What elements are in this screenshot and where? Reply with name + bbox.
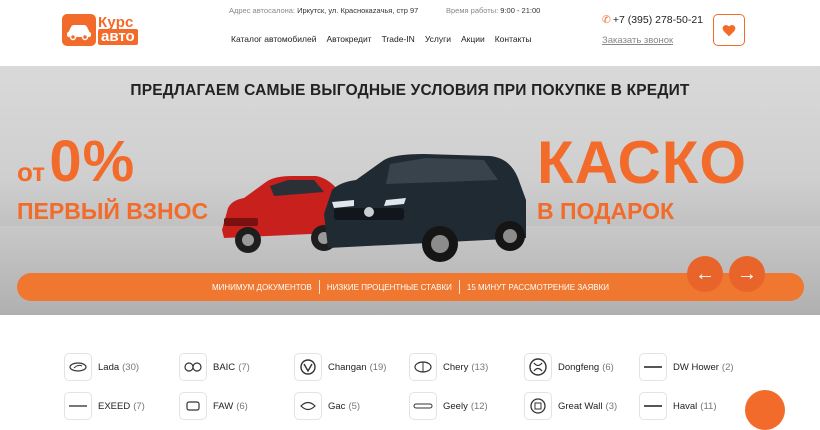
- site-header: Курс авто Адрес автосалона: Иркутск, ул.…: [0, 0, 820, 66]
- brand-count: (7): [238, 361, 250, 373]
- nav-item-services[interactable]: Услуги: [425, 34, 451, 44]
- phone-icon: ✆: [602, 14, 611, 26]
- brand-count: (6): [236, 400, 248, 412]
- brand-name: Geely: [443, 400, 468, 412]
- brand-count: (6): [602, 361, 614, 373]
- hero-title: ПРЕДЛАГАЕМ САМЫЕ ВЫГОДНЫЕ УСЛОВИЯ ПРИ ПО…: [130, 82, 690, 99]
- phone-number: +7 (395) 278-50-21: [612, 14, 704, 26]
- haval-logo-icon: [639, 392, 667, 420]
- nav-item-promotions[interactable]: Акции: [461, 34, 485, 44]
- brand-item-great-wall[interactable]: Great Wall (3): [524, 392, 617, 420]
- dongfeng-logo-icon: [524, 353, 552, 381]
- nav-item-contacts[interactable]: Контакты: [495, 34, 532, 44]
- brand-name: EXEED: [98, 400, 131, 412]
- feature-low-rates: НИЗКИЕ ПРОЦЕНТНЫЕ СТАВКИ: [326, 282, 452, 292]
- callback-link[interactable]: Заказать звонок: [602, 35, 673, 46]
- brand-name: Dongfeng: [558, 361, 600, 373]
- logo-car-icon: [62, 14, 96, 46]
- exeed-logo-icon: [64, 392, 92, 420]
- main-nav: Каталог автомобилей Автокредит Trade-IN …: [231, 34, 531, 44]
- phone-link[interactable]: ✆ +7 (395) 278-50-21: [602, 14, 703, 26]
- floating-action-button[interactable]: [745, 390, 785, 430]
- brand-name: Haval: [673, 400, 698, 412]
- percent-value: 0%: [49, 129, 136, 194]
- geely-logo-icon: [409, 392, 437, 420]
- brand-name: Lada: [98, 361, 120, 373]
- hero-banner: ПРЕДЛАГАЕМ САМЫЕ ВЫГОДНЫЕ УСЛОВИЯ ПРИ ПО…: [0, 66, 820, 315]
- hours-label: Время работы:: [446, 6, 499, 15]
- address-label: Адрес автосалона:: [229, 6, 296, 15]
- address-value: Иркутск, ул. Краснокazачья, стр 97: [297, 6, 419, 15]
- lada-logo-icon: [64, 353, 92, 381]
- brands-list: Lada (30) BAIC (7) Changan (19) Chery (1…: [0, 340, 820, 420]
- brand-count: (7): [133, 400, 145, 412]
- brand-name: Changan: [328, 361, 367, 373]
- zero-percent-offer: от 0%: [17, 128, 135, 195]
- brand-item-geely[interactable]: Geely (12): [409, 392, 488, 420]
- logo-text-bottom: авто: [98, 29, 138, 45]
- slider-prev-button[interactable]: ←: [687, 256, 723, 292]
- brand-item-dongfeng[interactable]: Dongfeng (6): [524, 353, 614, 381]
- baic-logo-icon: [179, 353, 207, 381]
- arrow-right-icon: →: [737, 262, 757, 285]
- nav-item-catalog[interactable]: Каталог автомобилей: [231, 34, 316, 44]
- favorites-button[interactable]: [713, 14, 745, 46]
- brand-count: (3): [605, 400, 618, 412]
- logo[interactable]: Курс авто: [62, 14, 142, 48]
- brand-count: (19): [369, 361, 387, 373]
- brand-item-baic[interactable]: BAIC (7): [179, 353, 250, 381]
- brand-name: Chery: [443, 361, 469, 373]
- feature-min-documents: МИНИМУМ ДОКУМЕНТОВ: [211, 282, 312, 292]
- brand-count: (11): [700, 400, 717, 412]
- dw-hower-logo-icon: [639, 353, 667, 381]
- brand-item-exeed[interactable]: EXEED (7): [64, 392, 145, 420]
- brand-name: Great Wall: [558, 400, 603, 412]
- kasko-title: КАСКО: [537, 129, 748, 196]
- working-hours: Время работы: 9:00 - 21:00: [446, 6, 540, 15]
- brand-count: (13): [471, 361, 489, 373]
- chery-logo-icon: [409, 353, 437, 381]
- arrow-left-icon: ←: [695, 262, 715, 285]
- slider-next-button[interactable]: →: [729, 256, 765, 292]
- brand-item-gac[interactable]: Gac (5): [294, 392, 360, 420]
- brand-name: BAIC: [213, 361, 236, 373]
- down-payment-label: ПЕРВЫЙ ВЗНОС: [17, 198, 209, 224]
- brand-count: (30): [122, 361, 140, 373]
- changan-logo-icon: [294, 353, 322, 381]
- brand-item-lada[interactable]: Lada (30): [64, 353, 139, 381]
- brand-item-changan[interactable]: Changan (19): [294, 353, 386, 381]
- faw-logo-icon: [179, 392, 207, 420]
- brand-count: (2): [721, 361, 734, 373]
- dark-suv: [324, 154, 526, 262]
- feature-fast-review: 15 МИНУТ РАССМОТРЕНИЕ ЗАЯВКИ: [466, 282, 610, 292]
- percent-from-label: от: [17, 157, 45, 187]
- brand-item-chery[interactable]: Chery (13): [409, 353, 488, 381]
- address: Адрес автосалона: Иркутск, ул. Краснокaz…: [229, 6, 418, 15]
- heart-icon: [722, 24, 736, 36]
- gac-logo-icon: [294, 392, 322, 420]
- brand-count: (5): [348, 400, 361, 412]
- brand-count: (12): [470, 400, 488, 412]
- great-wall-logo-icon: [524, 392, 552, 420]
- gift-label: В ПОДАРОК: [537, 198, 675, 224]
- brand-name: Gac: [328, 400, 346, 412]
- brand-item-faw[interactable]: FAW (6): [179, 392, 248, 420]
- nav-item-trade-in[interactable]: Trade-IN: [382, 34, 415, 44]
- brand-name: FAW: [213, 400, 234, 412]
- brand-item-dw-hower[interactable]: DW Hower (2): [639, 353, 734, 381]
- features-bar: МИНИМУМ ДОКУМЕНТОВ НИЗКИЕ ПРОЦЕНТНЫЕ СТА…: [17, 273, 804, 301]
- cars-image: [222, 154, 526, 262]
- brand-name: DW Hower: [673, 361, 719, 373]
- nav-item-credit[interactable]: Автокредит: [326, 34, 371, 44]
- brand-item-haval[interactable]: Haval (11): [639, 392, 717, 420]
- hours-value: 9:00 - 21:00: [500, 6, 541, 15]
